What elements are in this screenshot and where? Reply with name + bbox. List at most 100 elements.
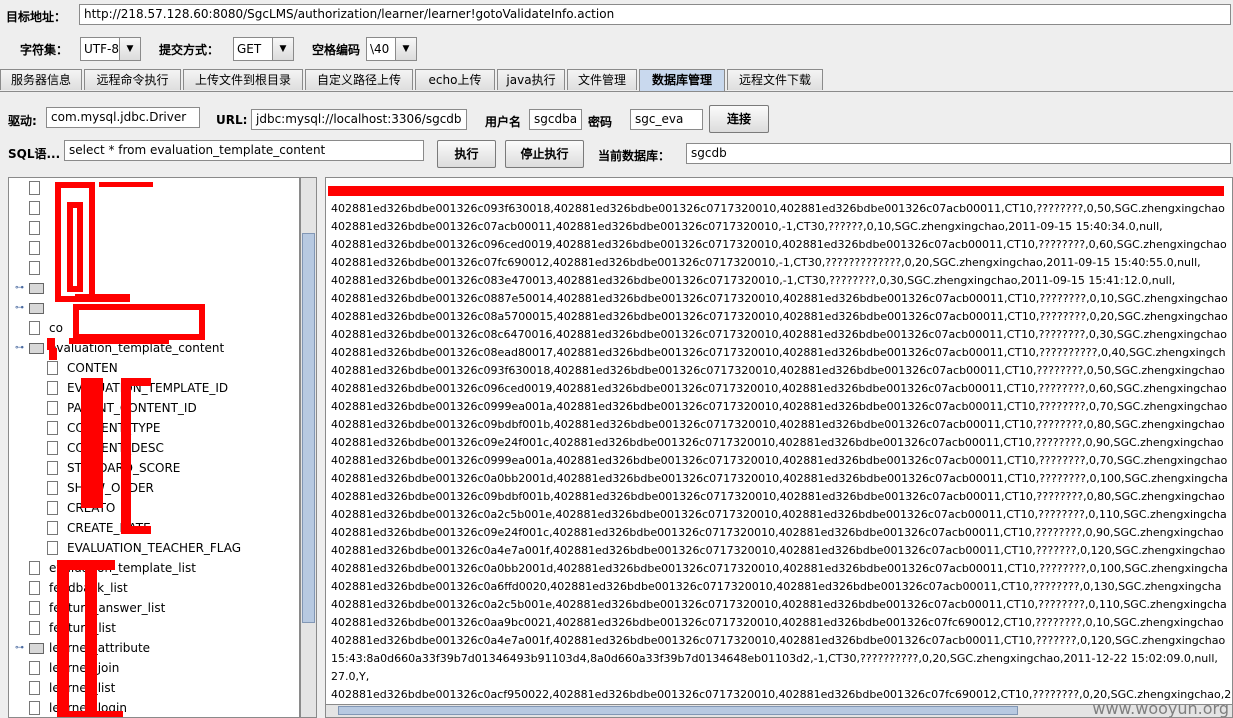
tree-scrollbar[interactable]: [300, 177, 317, 718]
username-label: 用户名: [485, 115, 522, 129]
tab-database-manager[interactable]: 数据库管理: [639, 69, 725, 91]
method-select[interactable]: GET ▼: [233, 37, 294, 61]
tree-scroll-thumb[interactable]: [302, 233, 315, 623]
username-input[interactable]: sgcdba: [529, 109, 582, 130]
tree-node[interactable]: feedback_list: [9, 578, 299, 598]
file-icon: [47, 521, 58, 535]
tree-node[interactable]: CONTENT_DESC: [9, 438, 299, 458]
current-db-input[interactable]: sgcdb: [686, 143, 1231, 164]
tab-remote-download[interactable]: 远程文件下载: [727, 69, 823, 90]
file-icon: [29, 561, 40, 575]
tree-node[interactable]: learner_login: [9, 698, 299, 717]
file-icon: [29, 221, 40, 235]
result-line: 402881ed326bdbe001326c096ced0019,402881e…: [331, 382, 1227, 395]
space-encoding-label: 空格编码: [312, 43, 361, 57]
file-icon: [47, 421, 58, 435]
result-line: 402881ed326bdbe001326c096ced0019,402881e…: [331, 238, 1227, 251]
redaction-bar: [49, 348, 57, 360]
target-url-input[interactable]: http://218.57.128.60:8080/SgcLMS/authori…: [79, 4, 1231, 25]
tab-custom-upload[interactable]: 自定义路径上传: [305, 69, 413, 90]
result-line: 402881ed326bdbe001326c0999ea001a,402881e…: [331, 400, 1228, 413]
target-url-label: 目标地址：: [6, 10, 67, 24]
tab-server-info[interactable]: 服务器信息: [0, 69, 82, 90]
expand-toggle-icon[interactable]: ⊶: [15, 338, 24, 358]
driver-label: 驱动:: [8, 114, 37, 128]
tree-node[interactable]: [9, 258, 299, 278]
folder-icon: [29, 283, 44, 294]
result-line: 402881ed326bdbe001326c0a0bb2001d,402881e…: [331, 562, 1228, 575]
tree-node[interactable]: CONTENT_TYPE: [9, 418, 299, 438]
file-icon: [47, 501, 58, 515]
chevron-down-icon: ▼: [395, 38, 416, 60]
jdbc-url-input[interactable]: jdbc:mysql://localhost:3306/sgcdb: [251, 109, 467, 130]
tree-node[interactable]: feature_list: [9, 618, 299, 638]
redaction-box: [67, 202, 83, 292]
expand-toggle-icon[interactable]: ⊶: [15, 298, 24, 318]
connect-button[interactable]: 连接: [709, 105, 769, 133]
redaction-bar: [57, 560, 69, 717]
file-icon: [47, 381, 58, 395]
tree-node[interactable]: learner_join: [9, 658, 299, 678]
file-icon: [47, 441, 58, 455]
result-line: 402881ed326bdbe001326c07acb00011,402881e…: [331, 220, 1163, 233]
file-icon: [29, 601, 40, 615]
tree-node[interactable]: EVALUATION_TEACHER_FLAG: [9, 538, 299, 558]
space-encoding-value: \40: [370, 42, 390, 56]
file-icon: [47, 401, 58, 415]
tree-node[interactable]: PARENT_CONTENT_ID: [9, 398, 299, 418]
tree-node[interactable]: feature_answer_list: [9, 598, 299, 618]
file-icon: [47, 481, 58, 495]
folder-icon: [29, 303, 44, 314]
redaction-bar: [81, 378, 103, 508]
tree-node[interactable]: SHOW_ORDER: [9, 478, 299, 498]
query-result-area[interactable]: 402881ed326bdbe001326c093f630018,402881e…: [325, 177, 1233, 718]
redaction-bar: [121, 378, 131, 528]
tab-java-exec[interactable]: java执行: [497, 69, 565, 90]
redaction-bar: [85, 560, 97, 717]
charset-value: UTF-8: [84, 42, 119, 56]
execute-button[interactable]: 执行: [437, 140, 496, 168]
driver-input[interactable]: com.mysql.jdbc.Driver: [46, 107, 200, 128]
result-line: 402881ed326bdbe001326c0999ea001a,402881e…: [331, 454, 1228, 467]
tree-node[interactable]: evaluation_template_list: [9, 558, 299, 578]
tree-node-label: CONTEN: [67, 361, 118, 375]
tree-node[interactable]: [9, 238, 299, 258]
charset-select[interactable]: UTF-8 ▼: [80, 37, 141, 61]
tree-node[interactable]: ⊶ learner_attribute: [9, 638, 299, 658]
expand-toggle-icon[interactable]: ⊶: [15, 278, 24, 298]
redaction-bar: [69, 338, 169, 344]
tab-remote-command[interactable]: 远程命令执行: [84, 69, 181, 90]
tab-echo-upload[interactable]: echo上传: [415, 69, 495, 90]
sql-input[interactable]: select * from evaluation_template_conten…: [64, 140, 424, 161]
tree-node[interactable]: CONTEN: [9, 358, 299, 378]
tab-file-manager[interactable]: 文件管理: [567, 69, 637, 90]
tree-node[interactable]: learner_list: [9, 678, 299, 698]
chevron-down-icon: ▼: [119, 38, 140, 60]
file-icon: [29, 701, 40, 715]
result-line: 402881ed326bdbe001326c083e470013,402881e…: [331, 274, 1176, 287]
stop-execute-button[interactable]: 停止执行: [505, 140, 584, 168]
tree-node[interactable]: EVALUATION_TEMPLATE_ID: [9, 378, 299, 398]
space-encoding-select[interactable]: \40 ▼: [366, 37, 417, 61]
redaction-bar: [57, 711, 123, 717]
result-line: 27.0,Y,: [331, 670, 370, 683]
result-scroll-thumb[interactable]: [338, 706, 1018, 715]
tree-node[interactable]: ⊶: [9, 278, 299, 298]
result-line: 402881ed326bdbe001326c09e24f001c,402881e…: [331, 436, 1224, 449]
tree-node[interactable]: STANDARD_SCORE: [9, 458, 299, 478]
tree-node[interactable]: CREATO: [9, 498, 299, 518]
tab-upload-root[interactable]: 上传文件到根目录: [183, 69, 303, 90]
expand-toggle-icon[interactable]: ⊶: [15, 638, 24, 658]
password-input[interactable]: sgc_eva: [630, 109, 703, 130]
tree-node[interactable]: [9, 178, 299, 198]
result-line: 402881ed326bdbe001326c07fc690012,402881e…: [331, 256, 1201, 269]
table-tree[interactable]: ⊶ ⊶ co ⊶ evaluation_template_content CONTEN EV…: [8, 177, 300, 718]
tree-node[interactable]: [9, 198, 299, 218]
watermark: www.wooyun.org: [1092, 699, 1229, 718]
sql-label: SQL语...: [8, 147, 61, 161]
result-line: 402881ed326bdbe001326c0a2c5b001e,402881e…: [331, 508, 1227, 521]
current-db-label: 当前数据库：: [598, 149, 671, 163]
tree-node[interactable]: CREATE_DATE: [9, 518, 299, 538]
chevron-down-icon: ▼: [272, 38, 293, 60]
tree-node[interactable]: [9, 218, 299, 238]
